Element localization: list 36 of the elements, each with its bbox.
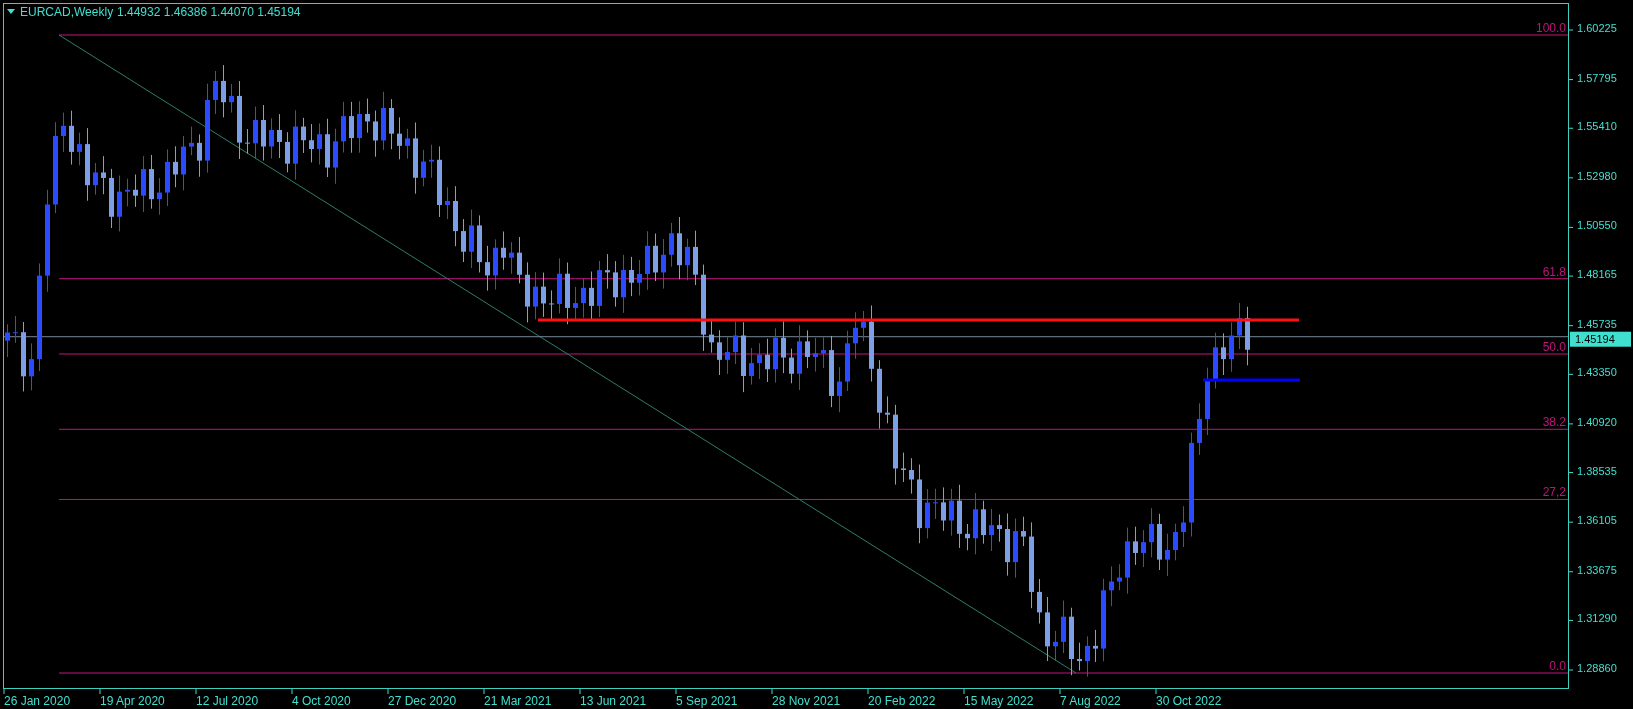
time-axis-label: 27 Dec 2020 bbox=[388, 694, 457, 708]
price-axis-label: 1.33675 bbox=[1577, 563, 1617, 576]
time-axis-label: 19 Apr 2020 bbox=[100, 694, 165, 708]
time-axis-label: 20 Feb 2022 bbox=[868, 694, 936, 708]
price-axis-label: 1.57795 bbox=[1577, 71, 1617, 84]
price-axis-label: 1.28860 bbox=[1577, 662, 1617, 674]
price-axis-label: 1.31290 bbox=[1577, 612, 1617, 625]
price-axis-label: 1.52980 bbox=[1577, 169, 1617, 182]
fibonacci-level-label: 0.0 bbox=[1549, 659, 1566, 673]
time-axis-label: 5 Sep 2021 bbox=[676, 694, 738, 708]
fibonacci-level-label: 27,2 bbox=[1542, 485, 1566, 500]
time-axis-label: 4 Oct 2020 bbox=[292, 694, 351, 708]
price-axis-label: 1.48165 bbox=[1577, 268, 1617, 281]
dropdown-triangle-icon[interactable] bbox=[7, 9, 15, 14]
time-axis-label: 30 Oct 2022 bbox=[1156, 694, 1222, 708]
fibonacci-level-label: 50.0 bbox=[1542, 340, 1566, 354]
price-axis-label: 1.38535 bbox=[1577, 464, 1617, 477]
time-axis-label: 26 Jan 2020 bbox=[4, 694, 71, 708]
ohlc-quotes: 1.44932 1.46386 1.44070 1.45194 bbox=[117, 5, 301, 19]
chart-title: EURCAD,Weekly bbox=[20, 5, 114, 19]
time-axis-label: 21 Mar 2021 bbox=[484, 694, 552, 708]
price-axis-label: 1.60225 bbox=[1577, 22, 1617, 34]
price-axis-label: 1.55410 bbox=[1577, 120, 1617, 133]
time-axis-label: 12 Jul 2020 bbox=[196, 694, 259, 708]
fibonacci-level-label: 100.0 bbox=[1535, 21, 1566, 35]
price-axis-label: 1.43350 bbox=[1577, 366, 1617, 379]
price-axis-label: 1.50550 bbox=[1577, 219, 1617, 232]
price-axis-label: 1.36105 bbox=[1577, 514, 1617, 527]
time-axis-label: 28 Nov 2021 bbox=[772, 694, 841, 708]
price-axis-label: 1.45735 bbox=[1577, 317, 1617, 330]
price-axis-label: 1.40920 bbox=[1577, 415, 1617, 428]
fibonacci-level-label: 61.8 bbox=[1542, 264, 1566, 279]
fibonacci-level-label: 38.2 bbox=[1542, 415, 1566, 430]
time-axis-label: 13 Jun 2021 bbox=[580, 694, 647, 708]
time-axis-label: 7 Aug 2022 bbox=[1060, 694, 1121, 708]
time-axis-label: 15 May 2022 bbox=[964, 694, 1034, 708]
